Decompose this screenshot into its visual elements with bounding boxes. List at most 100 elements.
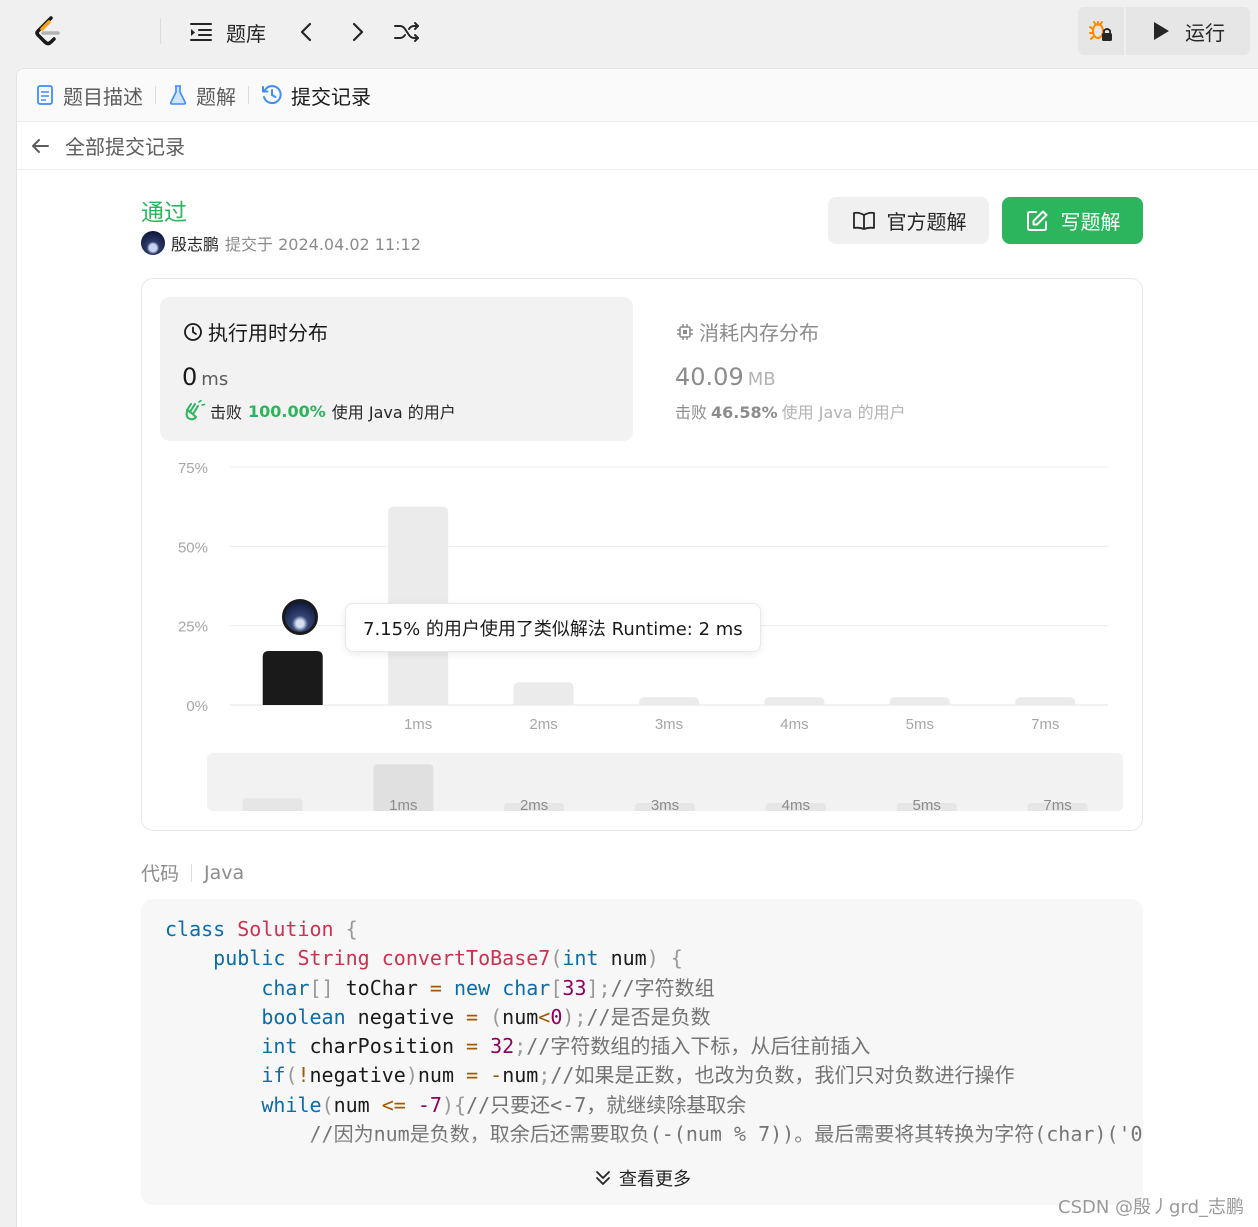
runtime-beat-suffix: 使用 Java 的用户: [331, 403, 456, 422]
code-token: [: [550, 975, 563, 1000]
code-token: if: [261, 1063, 286, 1088]
runtime-unit: ms: [201, 369, 229, 390]
book-icon: [852, 211, 875, 230]
code-token: =: [429, 975, 455, 1000]
code-token: toChar: [345, 975, 430, 1000]
tab-solutions[interactable]: 题解: [168, 69, 236, 122]
code-token: );: [562, 1004, 587, 1029]
memory-title-label: 消耗内存分布: [699, 321, 819, 345]
code-token: //只要还<-7，就继续除基取余: [466, 1092, 747, 1117]
x-tick-label: 1ms: [404, 716, 432, 733]
memory-beat-prefix: 击败: [675, 403, 708, 422]
navigator-tick-label: 3ms: [651, 797, 679, 814]
memory-beat-percent: 46.58%: [711, 403, 778, 422]
code-token: -7: [417, 1092, 442, 1117]
memory-value: 40.09 MB: [675, 363, 776, 391]
code-line: boolean negative = (num<0);//是否是负数: [165, 1003, 1143, 1032]
x-tick-label: 2ms: [529, 716, 557, 733]
back-label: 全部提交记录: [65, 135, 185, 159]
leetcode-logo-icon[interactable]: [28, 12, 68, 52]
runtime-beat-percent: 100.00%: [248, 401, 326, 421]
tab-separator: [155, 86, 156, 104]
runtime-bar: [1015, 697, 1076, 705]
code-token: ): [441, 1092, 455, 1117]
x-tick-label: 7ms: [1031, 716, 1059, 733]
code-token: char: [502, 975, 551, 1000]
navigator-tick-label: 4ms: [782, 797, 810, 814]
problem-bank-button[interactable]: 题库: [188, 16, 266, 48]
code-token: ) {: [646, 946, 683, 971]
author-name[interactable]: 殷志鹏: [171, 231, 219, 255]
prev-problem-button[interactable]: [296, 16, 318, 48]
code-line: class Solution {: [165, 915, 1143, 944]
memory-title[interactable]: 消耗内存分布: [675, 317, 819, 346]
run-label: 运行: [1185, 20, 1225, 45]
tab-separator: [248, 86, 249, 104]
tab-solutions-label: 题解: [196, 84, 236, 109]
code-token: num: [502, 1063, 539, 1088]
code-token: ;: [514, 1034, 527, 1059]
code-token: num: [502, 1004, 539, 1029]
shuffle-icon: [394, 22, 419, 42]
navigator-tick-label: 5ms: [913, 797, 941, 814]
code-token: (: [490, 1004, 503, 1029]
memory-beat-suffix: 使用 Java 的用户: [781, 403, 906, 422]
chevron-right-icon: [352, 22, 364, 42]
run-button[interactable]: 运行: [1126, 7, 1250, 55]
avatar[interactable]: [141, 231, 165, 255]
navigator-tick-label: 1ms: [389, 797, 417, 814]
code-label: 代码: [141, 863, 180, 885]
panel-tabs: 题目描述 题解 提交记录: [17, 69, 1258, 122]
watermark: CSDN @殷丿grd_志鹏: [1058, 1197, 1244, 1218]
flask-icon: [169, 85, 187, 105]
code-token: new: [454, 975, 503, 1000]
chip-icon: [677, 323, 693, 340]
y-tick-label: 25%: [178, 619, 208, 636]
runtime-beat: 击败 100.00% 使用 Java 的用户: [182, 399, 456, 423]
runtime-stat-box[interactable]: 执行用时分布 0 ms 击败 100.00% 使用 Java 的用户: [160, 297, 633, 441]
list-indent-icon: [190, 23, 212, 41]
show-more-button[interactable]: 查看更多: [141, 1165, 1143, 1191]
tab-submissions[interactable]: 提交记录: [261, 69, 371, 122]
official-solution-button[interactable]: 官方题解: [828, 197, 989, 244]
write-solution-button[interactable]: 写题解: [1002, 197, 1143, 244]
runtime-value: 0 ms: [182, 363, 228, 391]
clapping-hands-icon: [185, 400, 206, 421]
tab-description[interactable]: 题目描述: [35, 69, 143, 122]
code-token: 33: [562, 975, 587, 1000]
code-block[interactable]: class Solution { public String convertTo…: [141, 899, 1143, 1205]
run-group: 运行: [1078, 7, 1250, 55]
code-token: num: [417, 1063, 467, 1088]
problem-bank-label: 题库: [226, 21, 266, 46]
code-token: 32: [490, 1034, 515, 1059]
next-problem-button[interactable]: [346, 16, 368, 48]
memory-beat: 击败 46.58% 使用 Java 的用户: [675, 399, 906, 423]
code-token: (: [550, 946, 563, 971]
code-token: <: [538, 1004, 551, 1029]
code-token: 0: [550, 1004, 563, 1029]
code-token: {: [333, 917, 358, 941]
code-token: int: [562, 946, 611, 971]
avatar[interactable]: [282, 599, 318, 635]
code-content: class Solution { public String convertTo…: [165, 915, 1143, 1149]
double-chevron-down-icon: [596, 1171, 610, 1185]
code-token: //字符数组的插入下标，从后往前插入: [526, 1034, 871, 1059]
y-tick-label: 0%: [186, 698, 208, 715]
runtime-number: 0: [182, 363, 198, 391]
code-token: ;: [538, 1063, 551, 1088]
x-tick-label: 5ms: [906, 716, 934, 733]
submission-panel: 题目描述 题解 提交记录 全部提交记录 通过 殷志鹏 提交于 2024.04.0…: [16, 68, 1258, 1227]
debug-button[interactable]: [1078, 7, 1124, 55]
code-token: class: [165, 917, 238, 941]
back-to-all-submissions[interactable]: 全部提交记录: [17, 122, 1258, 170]
y-tick-label: 50%: [178, 539, 208, 556]
submitted-time: 提交于 2024.04.02 11:12: [225, 235, 421, 254]
code-token: String: [297, 946, 382, 971]
random-problem-button[interactable]: [393, 16, 421, 48]
code-token: =: [466, 1004, 491, 1029]
code-token: boolean: [261, 1004, 358, 1029]
